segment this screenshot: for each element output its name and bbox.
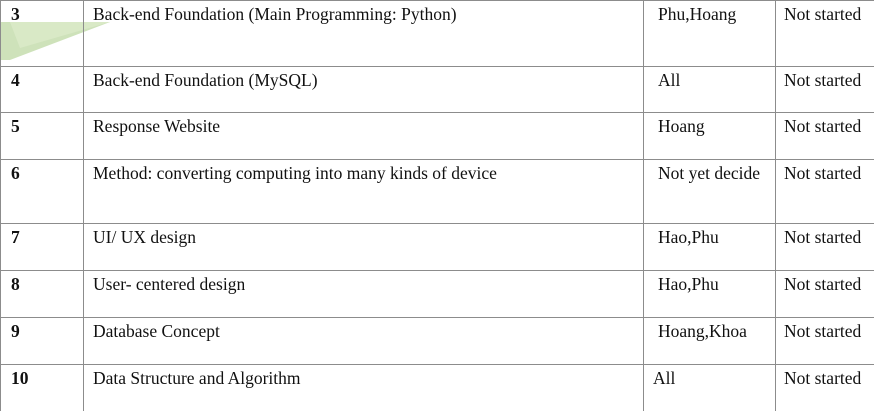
table-row: 9 Database Concept Hoang,Khoa Not starte… bbox=[0, 317, 874, 365]
assignee: Hao,Phu bbox=[658, 227, 719, 247]
status: Not started bbox=[784, 4, 862, 24]
status: Not started bbox=[784, 227, 862, 247]
assignee: Hao,Phu bbox=[658, 274, 719, 294]
table-row: 8 User- centered design Hao,Phu Not star… bbox=[0, 270, 874, 318]
table-row: 4 Back-end Foundation (MySQL) All Not st… bbox=[0, 66, 874, 113]
assignee-cell: Hoang bbox=[643, 112, 776, 160]
assignee: Hoang bbox=[658, 116, 705, 136]
task-cell: UI/ UX design bbox=[83, 223, 644, 271]
assignee-cell: Hoang,Khoa bbox=[643, 317, 776, 365]
status-cell: Not started bbox=[775, 364, 874, 411]
assignee: All bbox=[658, 70, 681, 90]
task-cell: Back-end Foundation (MySQL) bbox=[83, 66, 644, 113]
row-number: 6 bbox=[11, 163, 20, 183]
row-number: 4 bbox=[11, 70, 20, 90]
row-number: 10 bbox=[11, 368, 29, 388]
task-name: Data Structure and Algorithm bbox=[93, 368, 301, 388]
status-cell: Not started bbox=[775, 270, 874, 318]
row-number: 5 bbox=[11, 116, 20, 136]
task-name: Back-end Foundation (Main Programming: P… bbox=[93, 4, 457, 24]
row-number-cell: 5 bbox=[0, 112, 84, 160]
assignee-cell: Hao,Phu bbox=[643, 223, 776, 271]
task-cell: Database Concept bbox=[83, 317, 644, 365]
assignee: Not yet decide bbox=[658, 163, 761, 183]
task-assignment-table: 3 Back-end Foundation (Main Programming:… bbox=[0, 0, 874, 411]
assignee-cell: Not yet decide bbox=[643, 159, 776, 224]
table-row: 3 Back-end Foundation (Main Programming:… bbox=[0, 0, 874, 67]
status-cell: Not started bbox=[775, 159, 874, 224]
row-number-cell: 8 bbox=[0, 270, 84, 318]
task-cell: Method: converting computing into many k… bbox=[83, 159, 644, 224]
table-row: 10 Data Structure and Algorithm All Not … bbox=[0, 364, 874, 411]
status: Not started bbox=[784, 274, 862, 294]
task-name: Response Website bbox=[93, 116, 221, 136]
row-number: 7 bbox=[11, 227, 20, 247]
task-name: Method: converting computing into many k… bbox=[93, 163, 497, 183]
status: Not started bbox=[784, 163, 862, 183]
status: Not started bbox=[784, 368, 862, 388]
status-cell: Not started bbox=[775, 0, 874, 67]
row-number-cell: 4 bbox=[0, 66, 84, 113]
assignee-cell: Phu,Hoang bbox=[643, 0, 776, 67]
task-cell: Data Structure and Algorithm bbox=[83, 364, 644, 411]
row-number-cell: 6 bbox=[0, 159, 84, 224]
status-cell: Not started bbox=[775, 112, 874, 160]
row-number-cell: 9 bbox=[0, 317, 84, 365]
task-name: Database Concept bbox=[93, 321, 220, 341]
row-number-cell: 3 bbox=[0, 0, 84, 67]
row-number: 9 bbox=[11, 321, 20, 341]
assignee: Phu,Hoang bbox=[658, 4, 737, 24]
row-number: 3 bbox=[11, 4, 20, 24]
status: Not started bbox=[784, 70, 862, 90]
assignee-cell: All bbox=[643, 66, 776, 113]
status: Not started bbox=[784, 321, 862, 341]
row-number-cell: 7 bbox=[0, 223, 84, 271]
assignee-cell: All bbox=[643, 364, 776, 411]
task-name: UI/ UX design bbox=[93, 227, 197, 247]
assignee: Hoang,Khoa bbox=[658, 321, 747, 341]
table-row: 5 Response Website Hoang Not started bbox=[0, 112, 874, 160]
status-cell: Not started bbox=[775, 66, 874, 113]
task-name: User- centered design bbox=[93, 274, 246, 294]
status-cell: Not started bbox=[775, 223, 874, 271]
row-number-cell: 10 bbox=[0, 364, 84, 411]
table-row: 6 Method: converting computing into many… bbox=[0, 159, 874, 224]
assignee-cell: Hao,Phu bbox=[643, 270, 776, 318]
row-number: 8 bbox=[11, 274, 20, 294]
task-name: Back-end Foundation (MySQL) bbox=[93, 70, 318, 90]
task-cell: Back-end Foundation (Main Programming: P… bbox=[83, 0, 644, 67]
status-cell: Not started bbox=[775, 317, 874, 365]
task-cell: User- centered design bbox=[83, 270, 644, 318]
task-cell: Response Website bbox=[83, 112, 644, 160]
table-row: 7 UI/ UX design Hao,Phu Not started bbox=[0, 223, 874, 271]
assignee: All bbox=[653, 368, 676, 388]
status: Not started bbox=[784, 116, 862, 136]
